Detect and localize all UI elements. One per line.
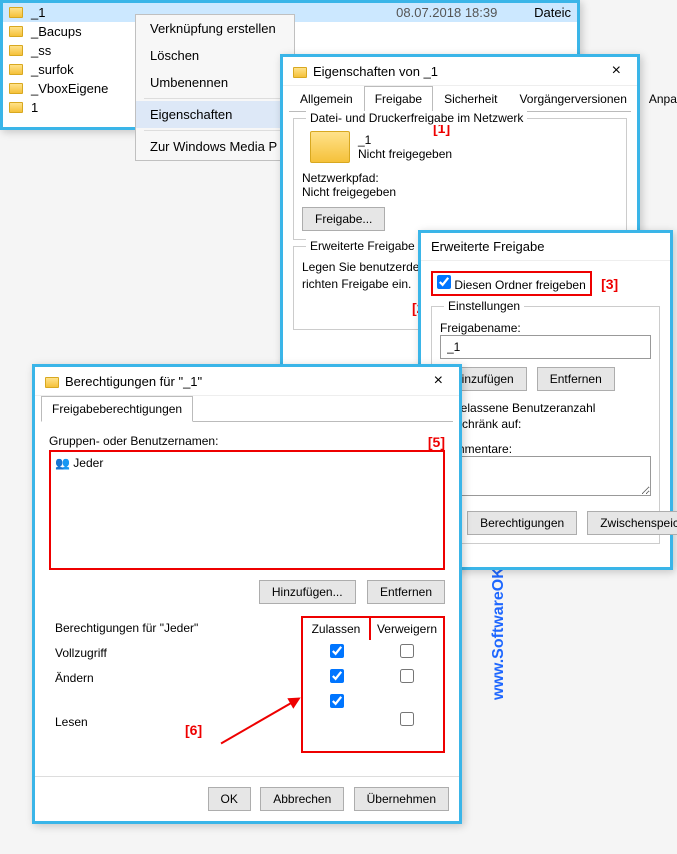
ctx-create-shortcut[interactable]: Verknüpfung erstellen xyxy=(136,15,294,42)
file-date: 08.07.2018 18:39 xyxy=(396,5,526,20)
dialog-title: Eigenschaften von _1 xyxy=(313,64,438,79)
tab-sharing[interactable]: Freigabe xyxy=(364,86,433,112)
folder-icon xyxy=(293,67,307,78)
tab-versions[interactable]: Vorgängerversionen xyxy=(508,86,637,112)
sharename-input[interactable] xyxy=(440,335,651,359)
deny-full-checkbox[interactable] xyxy=(400,644,414,658)
ctx-rename[interactable]: Umbenennen xyxy=(136,69,294,96)
sharename-label: Freigabename: xyxy=(440,321,651,335)
folder-icon xyxy=(9,83,23,94)
folder-icon xyxy=(9,7,23,18)
users-icon: 👥 xyxy=(55,456,70,470)
comment-label: Kommentare: xyxy=(440,442,651,456)
folder-icon xyxy=(310,131,350,163)
share-button[interactable]: Freigabe... xyxy=(302,207,385,231)
users-listbox[interactable]: 👥 Jeder xyxy=(49,450,445,570)
permissions-for-label: Berechtigungen für "Jeder" xyxy=(49,616,301,640)
deny-modify-checkbox[interactable] xyxy=(400,669,414,683)
perm-full: Vollzugriff xyxy=(49,640,301,665)
caching-button[interactable]: Zwischenspeich xyxy=(587,511,677,535)
group-header: Einstellungen xyxy=(444,299,524,313)
close-icon[interactable]: × xyxy=(606,63,627,79)
folder-icon xyxy=(45,377,59,388)
file-type: Dateic xyxy=(534,5,571,20)
netpath-value: Nicht freigegeben xyxy=(302,185,618,199)
permissions-button[interactable]: Berechtigungen xyxy=(467,511,577,535)
ctx-properties[interactable]: Eigenschaften xyxy=(136,101,294,128)
tab-share-permissions[interactable]: Freigabeberechtigungen xyxy=(41,396,193,422)
share-status: Nicht freigegeben xyxy=(358,147,452,161)
remove-button[interactable]: Entfernen xyxy=(537,367,615,391)
close-icon[interactable]: × xyxy=(428,373,449,389)
ok-button[interactable]: OK xyxy=(208,787,251,811)
add-button[interactable]: Hinzufügen... xyxy=(259,580,356,604)
folder-name: _Bacups xyxy=(31,24,571,39)
allow-full-checkbox[interactable] xyxy=(330,644,344,658)
perm-modify: Ändern xyxy=(49,665,301,690)
separator xyxy=(144,98,286,99)
deny-read-checkbox[interactable] xyxy=(400,712,414,726)
groups-label: Gruppen- oder Benutzernamen: xyxy=(49,434,218,450)
folder-icon xyxy=(9,45,23,56)
permissions-dialog: Berechtigungen für "_1" × Freigabeberech… xyxy=(32,364,462,824)
cancel-button[interactable]: Abbrechen xyxy=(260,787,344,811)
context-menu: Verknüpfung erstellen Löschen Umbenennen… xyxy=(135,14,295,161)
separator xyxy=(144,130,286,131)
group-header: Datei- und Druckerfreigabe im Netzwerk xyxy=(306,111,527,125)
list-item[interactable]: 👥 Jeder xyxy=(55,456,439,470)
dialog-title: Erweiterte Freigabe xyxy=(431,239,544,254)
allow-modify-checkbox[interactable] xyxy=(330,669,344,683)
user-name: Jeder xyxy=(73,456,103,470)
annotation: [5] xyxy=(428,434,445,450)
col-deny: Verweigern xyxy=(371,616,445,640)
checkbox-label: Diesen Ordner freigeben xyxy=(454,278,585,292)
apply-button[interactable]: Übernehmen xyxy=(354,787,449,811)
tab-customize[interactable]: Anpassen xyxy=(638,86,677,112)
folder-icon xyxy=(9,26,23,37)
share-folder-checkbox[interactable] xyxy=(437,275,451,289)
network-share-group: Datei- und Druckerfreigabe im Netzwerk _… xyxy=(293,118,627,240)
group-header: Erweiterte Freigabe xyxy=(306,239,419,253)
netpath-label: Netzwerkpfad: xyxy=(302,171,618,185)
ctx-delete[interactable]: Löschen xyxy=(136,42,294,69)
folder-icon xyxy=(9,102,23,113)
col-allow: Zulassen xyxy=(301,616,371,640)
comment-input[interactable] xyxy=(440,456,651,496)
ctx-media[interactable]: Zur Windows Media P xyxy=(136,133,294,160)
perm-read: Lesen xyxy=(49,690,301,753)
annotation: [6] xyxy=(185,722,202,738)
dialog-title: Berechtigungen für "_1" xyxy=(65,374,202,389)
tab-security[interactable]: Sicherheit xyxy=(433,86,508,112)
limit-label: Zugelassene Benutzeranzahl einschränk au… xyxy=(440,401,651,432)
folder-icon xyxy=(9,64,23,75)
remove-button[interactable]: Entfernen xyxy=(367,580,445,604)
tabs: Allgemein Freigabe Sicherheit Vorgängerv… xyxy=(289,86,631,112)
allow-read-checkbox[interactable] xyxy=(330,694,344,708)
annotation: [3] xyxy=(601,276,618,292)
tab-general[interactable]: Allgemein xyxy=(289,86,364,112)
